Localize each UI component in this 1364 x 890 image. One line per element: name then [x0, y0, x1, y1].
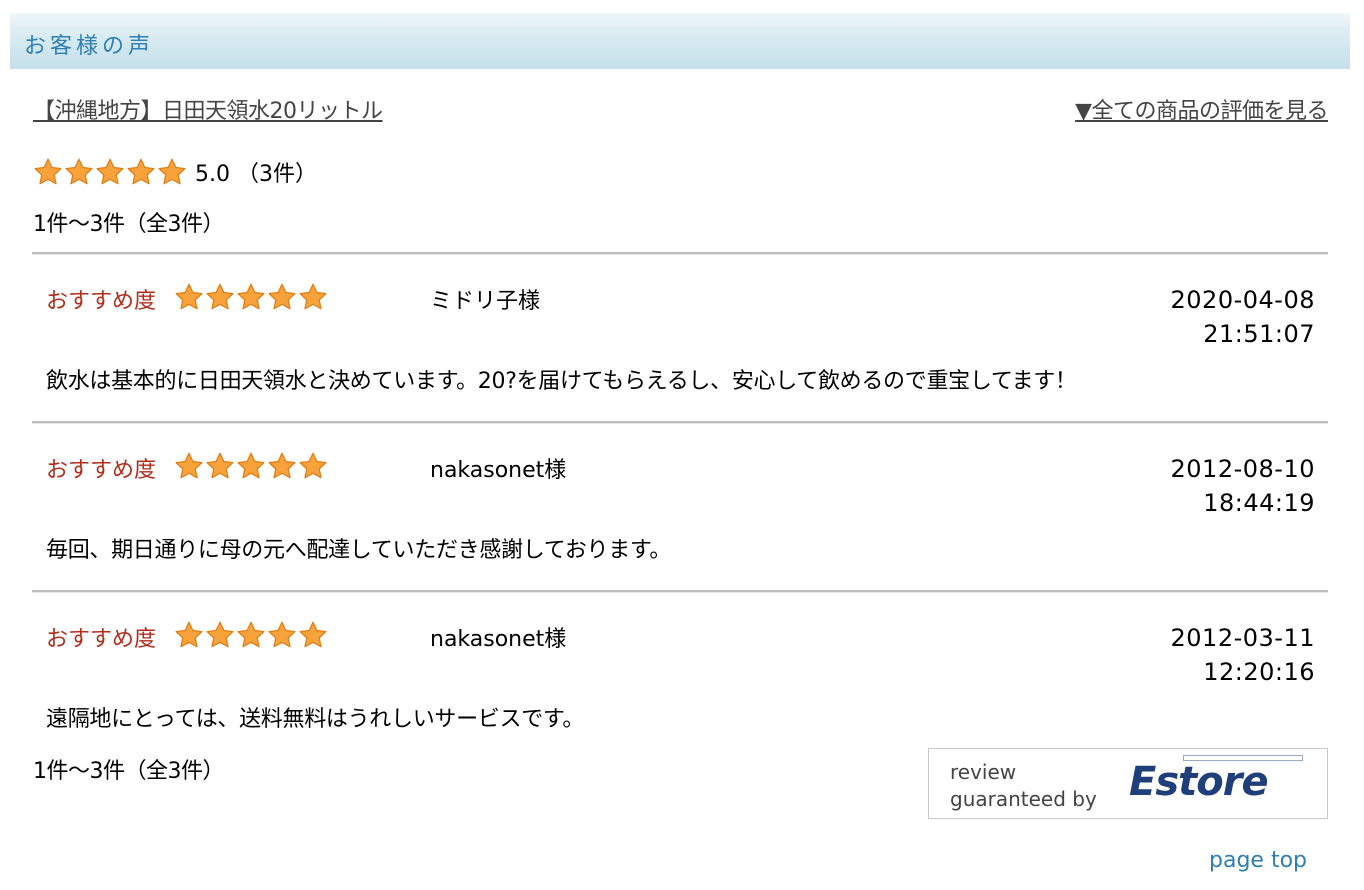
review-comment: 飲水は基本的に日田天領水と決めています。20?を届けてもらえるし、安心して飲める…	[46, 369, 1077, 394]
product-link[interactable]: 【沖縄地方】日田天領水20リットル	[33, 93, 383, 125]
star-icon	[299, 452, 327, 479]
review-datetime: 2012-08-10 18:44:19	[1171, 452, 1315, 520]
reviewer-name: ミドリ子様	[430, 289, 541, 314]
review-time: 18:44:19	[1203, 489, 1315, 517]
badge-review-text: review	[950, 760, 1017, 784]
review-comment: 遠隔地にとっては、送料無料はうれしいサービスです。	[46, 707, 585, 732]
divider	[32, 252, 1328, 254]
recommend-label: おすすめ度	[46, 289, 157, 314]
star-icon	[34, 158, 62, 185]
estore-logo: Estore	[1129, 759, 1269, 805]
star-icon	[96, 158, 124, 185]
badge-guaranteed-text: guaranteed by	[950, 787, 1097, 811]
recommend-label: おすすめ度	[46, 627, 157, 652]
reviewer-name: nakasonet様	[430, 458, 567, 483]
star-icon	[206, 283, 234, 310]
star-icon	[175, 621, 203, 648]
review-datetime: 2012-03-11 12:20:16	[1171, 621, 1315, 689]
review-stars	[174, 620, 328, 650]
star-icon	[237, 452, 265, 479]
section-title: お客様の声	[24, 34, 155, 59]
star-icon	[206, 452, 234, 479]
estore-review-badge[interactable]: review guaranteed by Estore	[928, 748, 1328, 819]
review-stars	[174, 451, 328, 481]
page-top-link[interactable]: page top	[1209, 848, 1307, 873]
all-reviews-link[interactable]: ▼全ての商品の評価を見る	[1075, 93, 1328, 125]
review-date: 2020-04-08	[1170, 286, 1315, 314]
star-icon	[268, 621, 296, 648]
range-text-top: 1件～3件（全3件）	[33, 212, 225, 237]
section-header: お客様の声	[10, 13, 1350, 69]
star-icon	[237, 283, 265, 310]
star-icon	[206, 621, 234, 648]
summary-rating-text: 5.0 （3件）	[195, 162, 317, 187]
divider	[32, 421, 1328, 423]
star-icon	[268, 452, 296, 479]
summary-stars	[33, 157, 187, 187]
star-icon	[299, 621, 327, 648]
star-icon	[175, 283, 203, 310]
review-time: 21:51:07	[1203, 320, 1315, 348]
star-icon	[299, 283, 327, 310]
review-date: 2012-08-10	[1170, 455, 1315, 483]
review-comment: 毎回、期日通りに母の元へ配達していただき感謝しております。	[46, 538, 672, 563]
star-icon	[158, 158, 186, 185]
star-icon	[175, 452, 203, 479]
rating-summary: 5.0 （3件）	[33, 156, 317, 188]
star-icon	[268, 283, 296, 310]
review-date: 2012-03-11	[1170, 624, 1315, 652]
star-icon	[237, 621, 265, 648]
review-time: 12:20:16	[1203, 658, 1315, 686]
reviewer-name: nakasonet様	[430, 627, 567, 652]
range-text-bottom: 1件～3件（全3件）	[33, 759, 225, 784]
review-datetime: 2020-04-08 21:51:07	[1171, 283, 1315, 351]
star-icon	[65, 158, 93, 185]
divider	[32, 590, 1328, 592]
review-stars	[174, 282, 328, 312]
recommend-label: おすすめ度	[46, 458, 157, 483]
star-icon	[127, 158, 155, 185]
